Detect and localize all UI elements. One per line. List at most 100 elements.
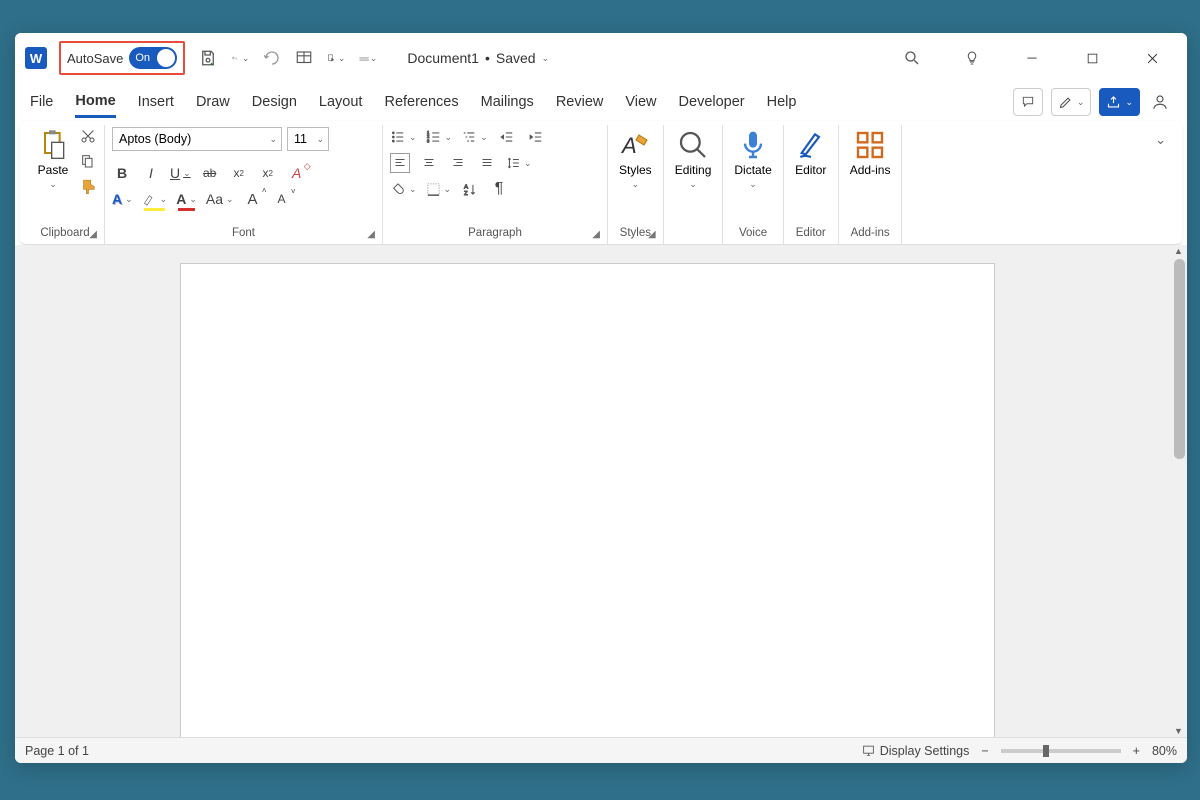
tab-references[interactable]: References — [384, 88, 458, 116]
decrease-indent-button[interactable] — [497, 127, 517, 147]
sort-button[interactable]: AZ — [460, 179, 480, 199]
zoom-out-button[interactable]: − — [981, 744, 988, 758]
paste-button[interactable]: Paste ⌄ — [33, 127, 73, 192]
group-styles: A Styles ⌄ Styles◢ — [608, 125, 664, 244]
redo-icon[interactable] — [263, 49, 281, 67]
align-left-button[interactable] — [390, 153, 410, 173]
svg-text:Z: Z — [464, 190, 468, 196]
editor-button[interactable]: Editor — [791, 127, 831, 179]
autosave-label: AutoSave — [67, 51, 123, 66]
account-icon[interactable] — [1148, 87, 1172, 117]
tab-home[interactable]: Home — [75, 87, 115, 118]
font-group-label: Font — [232, 227, 255, 239]
dictate-label: Dictate — [734, 163, 771, 177]
comments-button[interactable] — [1013, 88, 1043, 116]
title-controls — [897, 43, 1177, 73]
copy-icon[interactable] — [79, 152, 97, 170]
zoom-level[interactable]: 80% — [1152, 744, 1177, 758]
change-case-button[interactable]: Aa⌄ — [206, 189, 234, 209]
styles-button[interactable]: A Styles ⌄ — [615, 127, 656, 192]
editing-button[interactable]: Editing ⌄ — [671, 127, 716, 192]
format-painter-icon[interactable] — [79, 177, 97, 195]
addins-button[interactable]: Add-ins — [846, 127, 895, 179]
bullets-button[interactable]: ⌄ — [390, 127, 417, 147]
paste-label: Paste — [38, 163, 69, 177]
tab-developer[interactable]: Developer — [679, 88, 745, 116]
numbering-button[interactable]: 123⌄ — [426, 127, 453, 147]
tab-review[interactable]: Review — [556, 88, 604, 116]
grow-font-button[interactable]: A˄ — [243, 189, 263, 209]
title-bar: W AutoSave On ⌄ ⌄ ═⌄ Document1 • Saved ⌄ — [15, 33, 1187, 83]
tab-draw[interactable]: Draw — [196, 88, 230, 116]
editor-label: Editor — [795, 163, 826, 177]
font-size-select[interactable]: 11⌄ — [287, 127, 329, 151]
close-button[interactable] — [1137, 43, 1167, 73]
italic-button[interactable]: I — [141, 163, 161, 183]
paragraph-dialog-launcher[interactable]: ◢ — [592, 229, 600, 240]
vertical-scrollbar[interactable]: ▲ ▼ — [1171, 245, 1187, 737]
show-marks-button[interactable]: ¶ — [489, 179, 509, 199]
multilevel-list-button[interactable]: ⌄ — [461, 127, 488, 147]
maximize-button[interactable] — [1077, 43, 1107, 73]
zoom-slider-thumb[interactable] — [1043, 745, 1049, 757]
clipboard-dialog-launcher[interactable]: ◢ — [89, 229, 97, 240]
tab-view[interactable]: View — [625, 88, 656, 116]
tab-help[interactable]: Help — [767, 88, 797, 116]
export-icon[interactable]: ⌄ — [327, 49, 345, 67]
document-page[interactable] — [180, 263, 995, 737]
zoom-in-button[interactable]: + — [1133, 744, 1140, 758]
zoom-slider[interactable] — [1001, 749, 1121, 753]
title-dot: • — [485, 50, 490, 66]
underline-button[interactable]: U⌄ — [170, 163, 191, 183]
dictate-button[interactable]: Dictate ⌄ — [730, 127, 775, 192]
styles-dialog-launcher[interactable]: ◢ — [648, 229, 656, 240]
search-icon[interactable] — [897, 43, 927, 73]
document-title[interactable]: Document1 • Saved ⌄ — [407, 50, 549, 66]
page-count[interactable]: Page 1 of 1 — [25, 744, 89, 758]
subscript-button[interactable]: x2 — [229, 163, 249, 183]
undo-icon[interactable]: ⌄ — [231, 49, 249, 67]
scroll-down-arrow[interactable]: ▼ — [1174, 726, 1183, 736]
font-color-button[interactable]: A⌄ — [176, 189, 197, 209]
save-status: Saved — [496, 50, 536, 66]
align-right-button[interactable] — [448, 153, 468, 173]
highlight-button[interactable]: ⌄ — [142, 189, 168, 209]
cut-icon[interactable] — [79, 127, 97, 145]
justify-button[interactable] — [477, 153, 497, 173]
bold-button[interactable]: B — [112, 163, 132, 183]
tab-layout[interactable]: Layout — [319, 88, 363, 116]
shrink-font-button[interactable]: A˅ — [272, 189, 292, 209]
font-family-value: Aptos (Body) — [119, 132, 191, 146]
line-spacing-button[interactable]: ⌄ — [506, 153, 532, 173]
collapse-ribbon-button[interactable]: ⌄ — [1145, 125, 1176, 244]
tab-design[interactable]: Design — [252, 88, 297, 116]
save-icon[interactable] — [199, 49, 217, 67]
scrollbar-thumb[interactable] — [1174, 259, 1185, 459]
display-settings-button[interactable]: Display Settings — [861, 744, 970, 758]
clear-formatting-icon[interactable]: A◇ — [287, 163, 307, 183]
font-dialog-launcher[interactable]: ◢ — [367, 229, 375, 240]
paragraph-group-label: Paragraph — [468, 227, 522, 239]
text-effects-button[interactable]: A⌄ — [112, 189, 133, 209]
strikethrough-button[interactable]: ab — [200, 163, 220, 183]
tab-insert[interactable]: Insert — [138, 88, 174, 116]
group-addins: Add-ins Add-ins — [839, 125, 903, 244]
editing-mode-button[interactable]: ⌄ — [1051, 88, 1092, 116]
share-button[interactable]: ⌄ — [1099, 88, 1140, 116]
font-family-select[interactable]: Aptos (Body)⌄ — [112, 127, 282, 151]
qat-customize-icon[interactable]: ═⌄ — [359, 49, 377, 67]
scroll-up-arrow[interactable]: ▲ — [1174, 246, 1183, 256]
autosave-toggle[interactable]: On — [129, 47, 177, 69]
increase-indent-button[interactable] — [526, 127, 546, 147]
tab-file[interactable]: File — [30, 88, 53, 116]
shading-button[interactable]: ⌄ — [390, 179, 417, 199]
align-center-button[interactable] — [419, 153, 439, 173]
superscript-button[interactable]: x2 — [258, 163, 278, 183]
svg-text:A: A — [464, 184, 468, 190]
borders-button[interactable]: ⌄ — [426, 179, 452, 199]
lightbulb-icon[interactable] — [957, 43, 987, 73]
font-size-value: 11 — [294, 132, 307, 146]
table-icon[interactable] — [295, 49, 313, 67]
tab-mailings[interactable]: Mailings — [481, 88, 534, 116]
minimize-button[interactable] — [1017, 43, 1047, 73]
